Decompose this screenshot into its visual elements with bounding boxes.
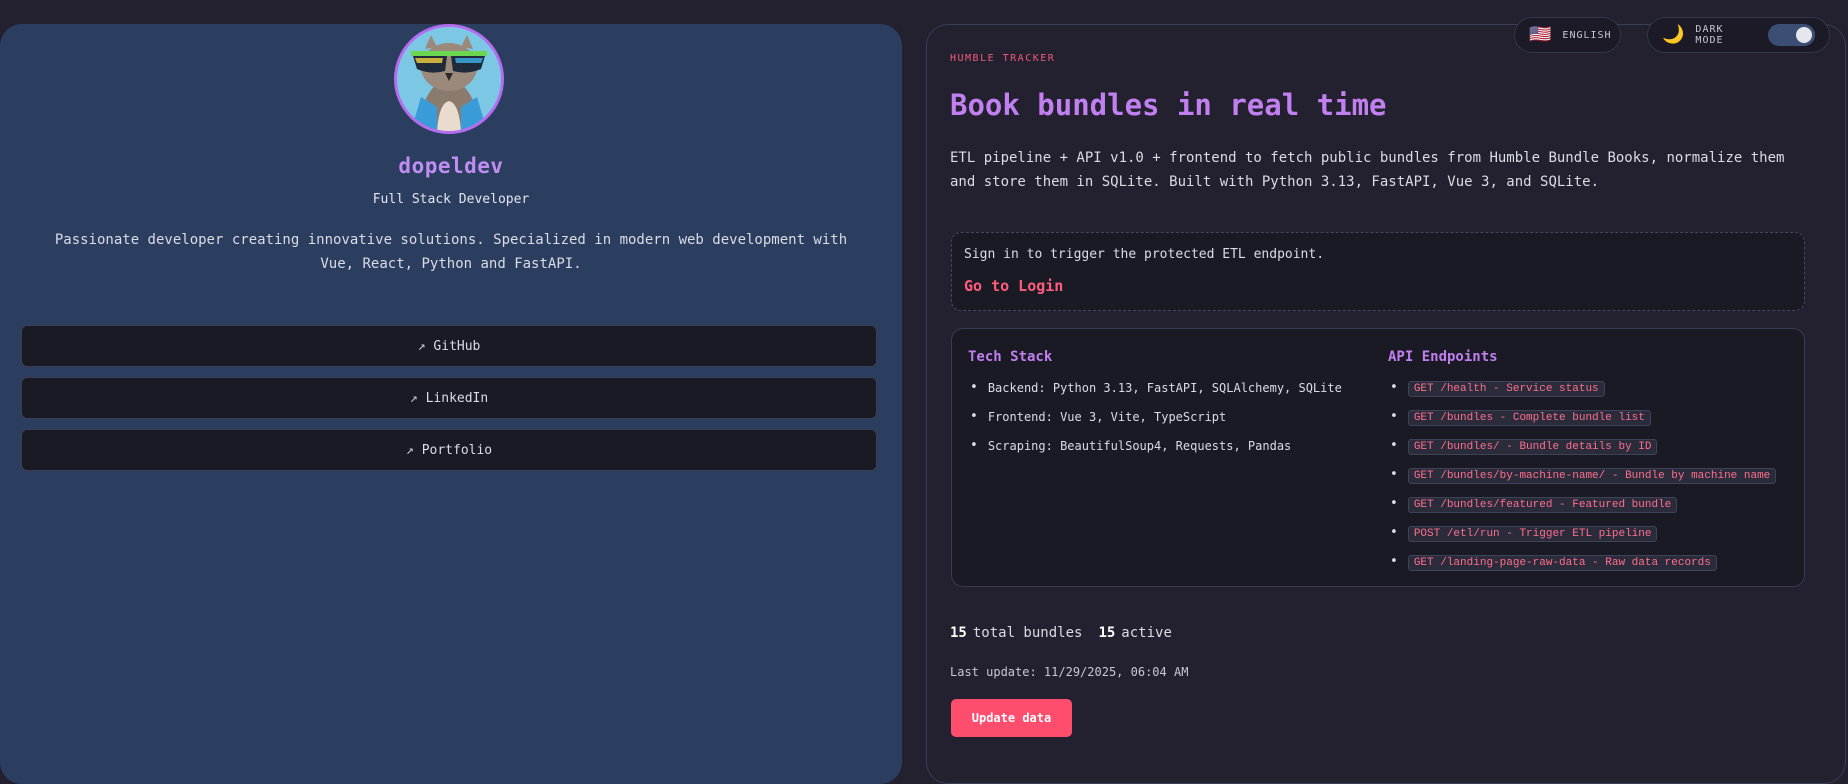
page-title: Book bundles in real time (950, 88, 1387, 122)
toggle-knob (1796, 27, 1812, 43)
total-count: 15 (950, 625, 967, 641)
us-flag-icon: 🇺🇸 (1529, 24, 1553, 45)
go-to-login-link[interactable]: Go to Login (964, 277, 1063, 295)
endpoint-code: GET /bundles/ - Bundle details by ID (1407, 439, 1658, 455)
active-label: active (1121, 625, 1172, 641)
info-card: Tech Stack Backend: Python 3.13, FastAPI… (951, 328, 1805, 587)
endpoint-code: GET /health - Service status (1407, 381, 1605, 397)
login-message: Sign in to trigger the protected ETL end… (964, 247, 1325, 262)
github-link-button[interactable]: ↗ GitHub (21, 325, 877, 367)
external-arrow-icon: ↗ (417, 338, 426, 354)
login-notice: Sign in to trigger the protected ETL end… (951, 232, 1805, 311)
update-data-button[interactable]: Update data (951, 699, 1072, 737)
endpoint-code: GET /bundles/by-machine-name/ - Bundle b… (1407, 468, 1777, 484)
hero-description: ETL pipeline + API v1.0 + frontend to fe… (950, 150, 1785, 190)
list-item: GET /bundles/featured - Featured bundle (1390, 497, 1776, 526)
profile-bio: Passionate developer creating innovative… (54, 232, 848, 272)
total-bundles-stat: 15 total bundles (950, 625, 1082, 641)
external-arrow-icon: ↗ (409, 390, 418, 406)
app-eyebrow: HUMBLE TRACKER (950, 53, 1056, 64)
linkedin-link-button[interactable]: ↗ LinkedIn (21, 377, 877, 419)
owl-avatar-icon (397, 27, 501, 131)
list-item: GET /bundles/by-machine-name/ - Bundle b… (1390, 468, 1777, 497)
list-item: Scraping: BeautifulSoup4, Requests, Pand… (970, 439, 1342, 468)
api-endpoints-title: API Endpoints (1388, 349, 1498, 365)
last-update-timestamp: Last update: 11/29/2025, 06:04 AM (950, 665, 1189, 679)
list-item: Frontend: Vue 3, Vite, TypeScript (970, 410, 1342, 439)
language-switcher[interactable]: 🇺🇸 ENGLISH (1514, 17, 1621, 53)
profile-name: dopeldev (398, 154, 504, 178)
list-item: GET /bundles - Complete bundle list (1390, 410, 1776, 439)
dark-mode-switcher[interactable]: 🌙 DARK MODE (1647, 17, 1830, 53)
list-item: Backend: Python 3.13, FastAPI, SQLAlchem… (970, 381, 1342, 410)
api-endpoints-list: GET /health - Service status GET /bundle… (1390, 381, 1777, 584)
list-item: GET /health - Service status (1390, 381, 1776, 410)
list-item: POST /etl/run - Trigger ETL pipeline (1390, 526, 1776, 555)
endpoint-code: POST /etl/run - Trigger ETL pipeline (1407, 526, 1658, 542)
linkedin-link-label: LinkedIn (425, 390, 489, 406)
moon-icon: 🌙 (1662, 24, 1686, 45)
endpoint-code: GET /bundles - Complete bundle list (1407, 410, 1651, 426)
list-item: GET /bundles/ - Bundle details by ID (1390, 439, 1776, 468)
tech-stack-title: Tech Stack (968, 349, 1053, 365)
bundle-stats: 15 total bundles 15 active (950, 625, 1172, 641)
profile-role: Full Stack Developer (372, 192, 530, 207)
endpoint-code: GET /bundles/featured - Featured bundle (1407, 497, 1678, 513)
endpoint-code: GET /landing-page-raw-data - Raw data re… (1407, 555, 1717, 571)
active-bundles-stat: 15 active (1098, 625, 1171, 641)
avatar (394, 24, 504, 134)
language-label: ENGLISH (1562, 29, 1612, 41)
portfolio-link-label: Portfolio (421, 442, 493, 458)
list-item: GET /landing-page-raw-data - Raw data re… (1390, 555, 1776, 584)
dark-mode-toggle[interactable] (1767, 24, 1815, 46)
github-link-label: GitHub (433, 338, 481, 354)
external-arrow-icon: ↗ (405, 442, 414, 458)
tech-stack-list: Backend: Python 3.13, FastAPI, SQLAlchem… (970, 381, 1342, 468)
dark-mode-label: DARK MODE (1695, 24, 1724, 46)
total-label: total bundles (972, 625, 1083, 641)
portfolio-link-button[interactable]: ↗ Portfolio (21, 429, 877, 471)
active-count: 15 (1098, 625, 1116, 641)
